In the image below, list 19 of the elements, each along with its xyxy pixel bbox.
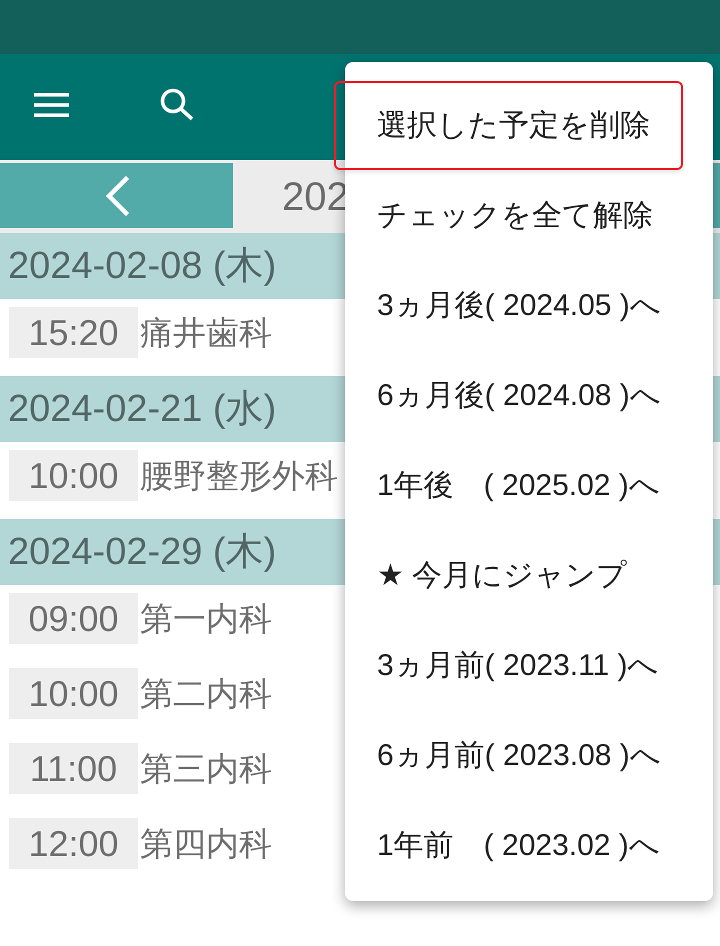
event-name: 第四内科 [140, 824, 272, 864]
event-time: 10:00 [9, 668, 138, 719]
event-time: 12:00 [9, 818, 138, 869]
menu-item[interactable]: 3ヵ月前( 2023.11 )へ [345, 620, 713, 710]
event-name: 痛井歯科 [140, 313, 272, 353]
search-icon[interactable] [160, 88, 194, 121]
event-name: 腰野整形外科 [140, 456, 338, 496]
event-time: 11:00 [9, 743, 138, 794]
event-time: 10:00 [9, 450, 138, 501]
menu-item[interactable]: 選択した予定を削除 [345, 80, 713, 170]
menu-icon[interactable] [34, 93, 69, 117]
menu-item[interactable]: 6ヵ月前( 2023.08 )へ [345, 710, 713, 800]
menu-item[interactable]: 1年前 ( 2023.02 )へ [345, 800, 713, 890]
event-name: 第二内科 [140, 674, 272, 714]
event-time: 09:00 [9, 593, 138, 644]
event-time: 15:20 [9, 307, 138, 358]
event-name: 第一内科 [140, 599, 272, 639]
event-name: 第三内科 [140, 749, 272, 789]
chevron-left-icon [104, 176, 128, 216]
